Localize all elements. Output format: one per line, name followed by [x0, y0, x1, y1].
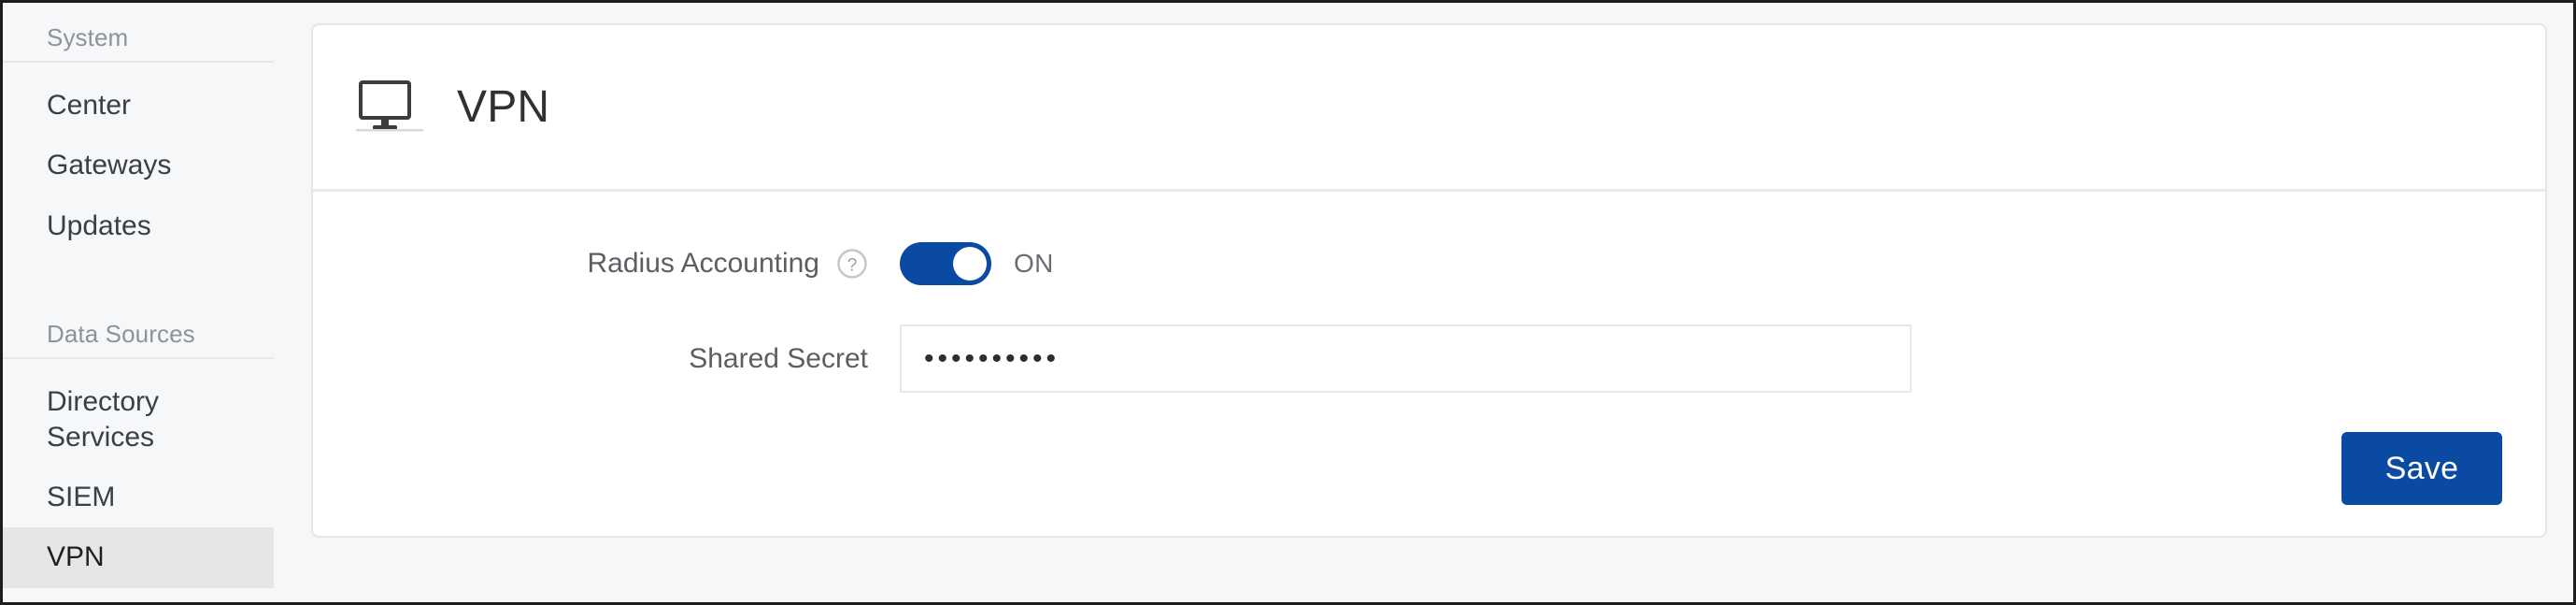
card-header: VPN: [313, 25, 2545, 192]
radius-accounting-label-group: Radius Accounting ?: [313, 248, 900, 280]
toggle-state-label: ON: [1014, 249, 1054, 278]
radius-accounting-control: ON: [900, 242, 2545, 285]
sidebar-list-data-sources: Directory Services SIEM VPN: [3, 372, 311, 588]
svg-text:?: ?: [847, 256, 858, 276]
monitor-icon: [356, 79, 423, 137]
card-actions: Save: [313, 432, 2545, 505]
sidebar-item-vpn[interactable]: VPN: [3, 527, 274, 588]
save-button[interactable]: Save: [2341, 432, 2502, 505]
shared-secret-input[interactable]: ••••••••••: [900, 324, 1912, 393]
shared-secret-label-group: Shared Secret: [313, 343, 900, 375]
help-circle-icon[interactable]: ?: [836, 248, 868, 280]
sidebar-item-center[interactable]: Center: [3, 76, 274, 136]
page-title: VPN: [457, 82, 550, 132]
vpn-settings-card: VPN Radius Accounting ? ON Shared Secret…: [311, 23, 2547, 538]
sidebar-section-header-system: System: [3, 23, 274, 63]
sidebar-item-updates[interactable]: Updates: [3, 196, 274, 256]
sidebar-item-siem[interactable]: SIEM: [3, 468, 274, 527]
shared-secret-row: Shared Secret ••••••••••: [313, 324, 2545, 393]
vpn-settings-page: System Center Gateways Updates Data Sour…: [3, 3, 2573, 602]
sidebar-item-directory-services[interactable]: Directory Services: [3, 372, 274, 468]
sidebar-list-system: Center Gateways Updates: [3, 76, 311, 256]
radius-accounting-label: Radius Accounting: [587, 248, 820, 279]
sidebar-item-gateways[interactable]: Gateways: [3, 136, 274, 195]
main-content: VPN Radius Accounting ? ON Shared Secret…: [311, 3, 2576, 602]
shared-secret-label: Shared Secret: [689, 342, 868, 374]
sidebar-navigation: System Center Gateways Updates Data Sour…: [3, 3, 311, 602]
card-body: Radius Accounting ? ON Shared Secret •••…: [313, 192, 2545, 536]
sidebar-section-header-data-sources: Data Sources: [3, 320, 274, 360]
radius-accounting-row: Radius Accounting ? ON: [313, 242, 2545, 285]
radius-accounting-toggle[interactable]: [900, 242, 991, 285]
toggle-knob: [953, 247, 987, 281]
shared-secret-control: ••••••••••: [900, 324, 2545, 393]
